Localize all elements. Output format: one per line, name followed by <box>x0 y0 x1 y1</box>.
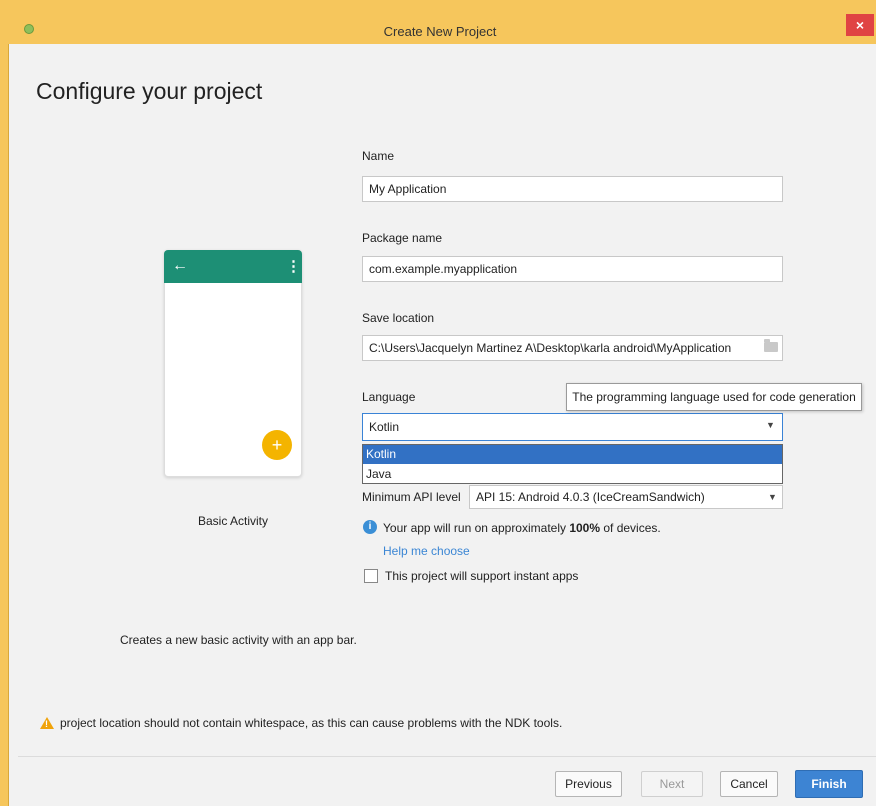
package-field[interactable] <box>362 256 783 282</box>
activity-name: Basic Activity <box>197 514 269 528</box>
page-title: Configure your project <box>36 78 263 104</box>
instant-apps-label: This project will support instant apps <box>385 569 579 583</box>
next-button[interactable]: Next <box>641 771 703 797</box>
name-input[interactable] <box>369 182 776 196</box>
info-icon: i <box>363 520 377 534</box>
coverage-percent: 100% <box>569 521 601 535</box>
language-label: Language <box>362 390 416 404</box>
package-label: Package name <box>362 231 443 245</box>
window-title: Create New Project <box>383 24 497 39</box>
finish-button[interactable]: Finish <box>795 770 863 798</box>
save-location-field[interactable] <box>362 335 783 361</box>
chevron-down-icon[interactable]: ▼ <box>766 420 775 430</box>
save-location-label: Save location <box>362 311 435 325</box>
fab-plus-icon: + <box>262 430 292 460</box>
name-field[interactable] <box>362 176 783 202</box>
language-tooltip: The programming language used for code g… <box>566 383 862 411</box>
help-me-choose-link[interactable]: Help me choose <box>383 544 470 558</box>
coverage-text: Your app will run on approximately 100% … <box>383 521 661 535</box>
chevron-down-icon[interactable]: ▼ <box>768 492 777 502</box>
folder-icon[interactable] <box>764 339 778 352</box>
min-api-select[interactable]: API 15: Android 4.0.3 (IceCreamSandwich)… <box>469 485 783 509</box>
cancel-button[interactable]: Cancel <box>720 771 778 797</box>
taskbar-strip <box>0 0 876 10</box>
android-studio-icon <box>24 24 34 34</box>
footer-divider <box>18 756 876 757</box>
min-api-value: API 15: Android 4.0.3 (IceCreamSandwich) <box>476 490 705 504</box>
language-option-kotlin[interactable]: Kotlin <box>363 445 782 464</box>
warning-icon-mark: ! <box>45 719 48 729</box>
warning-message: project location should not contain whit… <box>60 716 563 730</box>
previous-button[interactable]: Previous <box>555 771 622 797</box>
min-api-label: Minimum API level <box>362 490 461 504</box>
name-label: Name <box>362 149 395 163</box>
language-select[interactable]: Kotlin <box>362 413 783 441</box>
close-button[interactable]: × <box>846 14 874 36</box>
language-selected-value: Kotlin <box>369 420 400 434</box>
instant-apps-checkbox[interactable] <box>364 569 378 583</box>
overflow-menu-icon: ⋮ <box>286 258 301 275</box>
package-input[interactable] <box>369 262 776 276</box>
back-arrow-icon: ← <box>172 257 188 274</box>
language-option-java[interactable]: Java <box>363 465 782 484</box>
activity-description: Creates a new basic activity with an app… <box>120 633 357 647</box>
save-location-input[interactable] <box>369 341 754 355</box>
language-dropdown: Kotlin Java <box>362 444 783 484</box>
